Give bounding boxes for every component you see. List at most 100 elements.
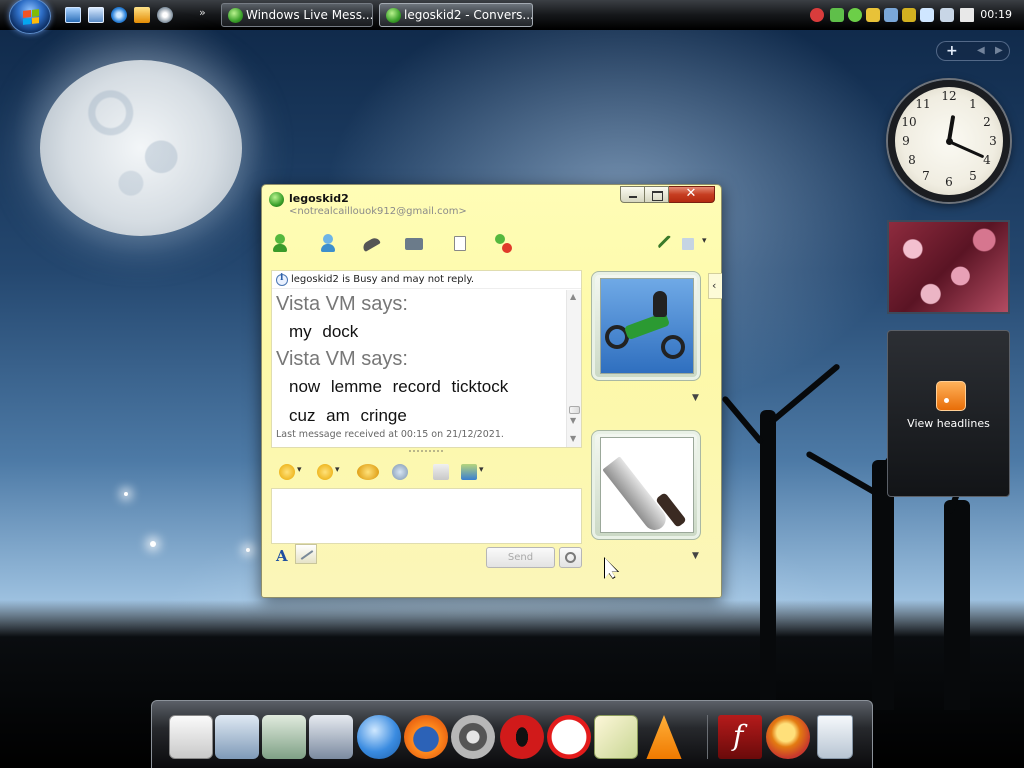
- wallpaper-tree: [872, 460, 894, 710]
- messenger-icon: [386, 8, 401, 23]
- scroll-up-icon[interactable]: ▲: [570, 292, 576, 301]
- scroll-down-icon[interactable]: ▼: [570, 416, 576, 425]
- sidebar-controls: + ◀ ▶: [936, 41, 1010, 61]
- font-icon[interactable]: [433, 464, 449, 480]
- feed-headlines-gadget[interactable]: View headlines: [887, 330, 1010, 497]
- maximize-button[interactable]: [645, 186, 669, 203]
- busy-notice-text: legoskid2 is Busy and may not reply.: [291, 274, 475, 285]
- music-folder-icon[interactable]: [262, 715, 306, 759]
- close-button[interactable]: ✕: [669, 186, 715, 203]
- voice-clip-icon[interactable]: [392, 464, 408, 480]
- opera-icon[interactable]: [500, 715, 544, 759]
- tray-app-icon[interactable]: [884, 8, 898, 22]
- phone-icon: [361, 236, 381, 252]
- power-icon[interactable]: [902, 8, 916, 22]
- share-files-button[interactable]: [317, 232, 339, 254]
- contact-display-picture[interactable]: [591, 271, 701, 381]
- background-button[interactable]: [652, 232, 674, 254]
- photoscape-icon[interactable]: [766, 715, 810, 759]
- chevron-down-icon[interactable]: ▼: [692, 551, 699, 561]
- messenger-status-icon[interactable]: [848, 8, 862, 22]
- nudge-icon[interactable]: [357, 464, 379, 480]
- vlc-icon[interactable]: [646, 715, 682, 759]
- paintbrush-icon: [657, 234, 671, 249]
- firefox-icon[interactable]: [404, 715, 448, 759]
- motocross-picture: [600, 278, 694, 374]
- previous-gadget-icon[interactable]: ◀: [977, 45, 985, 56]
- my-display-picture[interactable]: [591, 430, 701, 540]
- taskbar-button-messenger[interactable]: Windows Live Mess...: [221, 3, 373, 27]
- change-font-icon[interactable]: A: [276, 547, 288, 565]
- conversation-titlebar[interactable]: legoskid2 <notrealcaillouok912@gmail.com…: [262, 185, 721, 223]
- handwriting-icon[interactable]: [295, 544, 317, 564]
- scroll-end-icon[interactable]: ▼: [570, 434, 576, 443]
- scroll-thumb[interactable]: [569, 406, 580, 414]
- volume-icon[interactable]: [960, 8, 974, 22]
- security-alert-icon[interactable]: [810, 8, 824, 22]
- wallpaper-tree: [721, 395, 765, 445]
- wallpaper-moon: [40, 60, 242, 236]
- slideshow-gadget[interactable]: [887, 220, 1010, 314]
- search-icon[interactable]: [559, 547, 582, 568]
- video-button[interactable]: [403, 232, 425, 254]
- contact-email: <notrealcaillouok912@gmail.com>: [289, 206, 467, 217]
- presentation-icon[interactable]: [169, 715, 213, 759]
- yandex-browser-icon[interactable]: [547, 715, 591, 759]
- message-text: my dock: [289, 322, 359, 341]
- call-button[interactable]: [360, 232, 382, 254]
- pane-resize-grip[interactable]: [409, 450, 443, 454]
- raccoon-app-icon[interactable]: [451, 715, 495, 759]
- clock-minute-hand: [948, 139, 985, 158]
- notepad-icon[interactable]: [594, 715, 638, 759]
- menu-button[interactable]: ▾: [680, 232, 710, 254]
- block-icon: [495, 234, 505, 244]
- wallpaper-tree: [805, 450, 878, 496]
- tray-app-icon[interactable]: [920, 8, 934, 22]
- taskbar-button-conversation[interactable]: legoskid2 - Convers...: [379, 3, 533, 27]
- message-sender: Vista VM says:: [276, 348, 408, 370]
- minimize-button[interactable]: [620, 186, 645, 203]
- quicklaunch-overflow-icon[interactable]: »: [199, 6, 206, 19]
- next-gadget-icon[interactable]: ▶: [995, 45, 1003, 56]
- messenger-icon: [228, 8, 243, 23]
- add-gadget-icon[interactable]: +: [946, 43, 958, 59]
- history-scrollbar[interactable]: ▲ ▼ ▼: [566, 290, 581, 447]
- contacts-icon: [321, 244, 335, 252]
- message-input[interactable]: [271, 488, 582, 544]
- show-desktop-icon[interactable]: [65, 7, 81, 23]
- clock-gadget[interactable]: 12 1 2 3 4 5 6 7 8 9 10 11: [888, 80, 1010, 202]
- block-contact-button[interactable]: [491, 232, 513, 254]
- menu-icon: [682, 238, 694, 250]
- collapse-pictures-button[interactable]: ‹: [708, 273, 722, 299]
- view-headlines-label[interactable]: View headlines: [888, 417, 1009, 430]
- tray-app-icon[interactable]: [866, 8, 880, 22]
- messenger-quicklaunch-icon[interactable]: [157, 7, 173, 23]
- network-icon[interactable]: [940, 8, 954, 22]
- internet-explorer-icon[interactable]: [111, 7, 127, 23]
- switch-windows-icon[interactable]: [88, 7, 104, 23]
- games-button[interactable]: [449, 232, 471, 254]
- conversation-toolbar: ▾: [262, 229, 721, 257]
- wink-icon[interactable]: [317, 464, 340, 480]
- taskbar-clock[interactable]: 00:19: [980, 8, 1012, 21]
- tray-app-icon[interactable]: [830, 8, 844, 22]
- documents-folder-icon[interactable]: [215, 715, 259, 759]
- application-dock: [151, 700, 873, 768]
- start-button[interactable]: [9, 0, 51, 34]
- knife-picture: [600, 437, 694, 535]
- flash-player-icon[interactable]: [718, 715, 762, 759]
- clock-hub: [946, 138, 953, 145]
- background-picker-icon[interactable]: [461, 464, 484, 480]
- system-tray: 00:19: [806, 0, 1024, 30]
- windows-live-messenger-icon[interactable]: [357, 715, 401, 759]
- emoticon-icon[interactable]: [279, 464, 302, 480]
- media-player-icon[interactable]: [134, 7, 150, 23]
- send-button[interactable]: Send: [486, 547, 555, 568]
- contacts-icon: [323, 234, 333, 244]
- taskbar-button-label: Windows Live Mess...: [246, 8, 373, 22]
- chevron-down-icon[interactable]: ▼: [692, 393, 699, 403]
- taskbar-button-label: legoskid2 - Convers...: [404, 8, 533, 22]
- invite-contact-button[interactable]: [273, 232, 295, 254]
- recycle-bin-icon[interactable]: [817, 715, 853, 759]
- pictures-folder-icon[interactable]: [309, 715, 353, 759]
